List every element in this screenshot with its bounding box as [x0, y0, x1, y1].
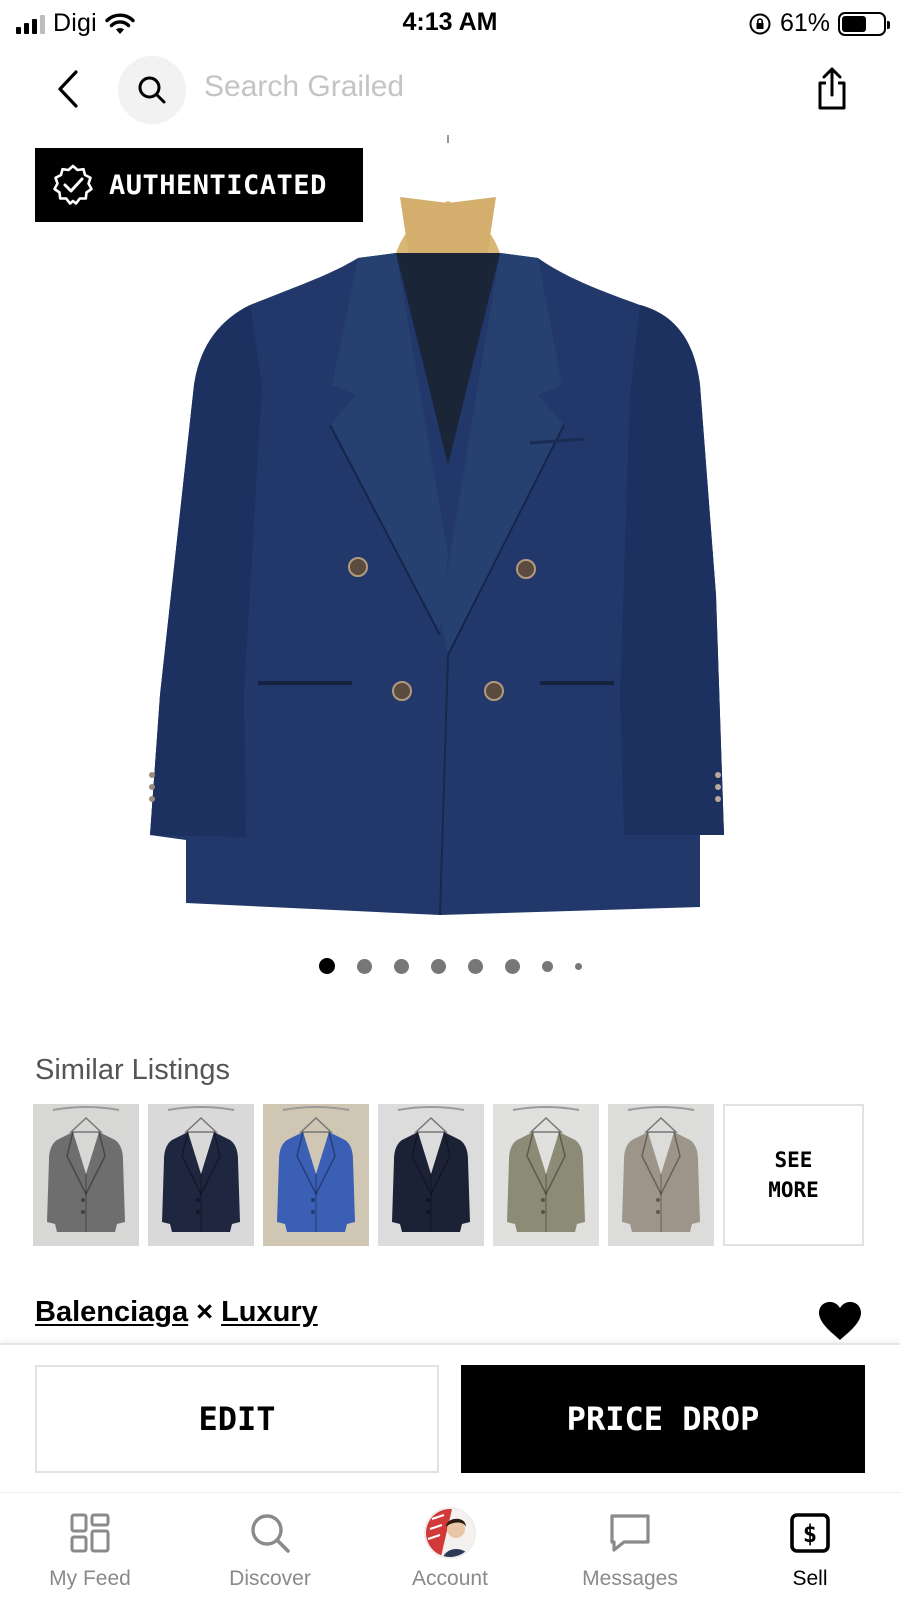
- similar-listing-thumbnail[interactable]: [378, 1104, 484, 1246]
- pagination-dot[interactable]: [541, 960, 553, 972]
- similar-listing-thumbnail[interactable]: [148, 1104, 254, 1246]
- similar-listing-thumbnail[interactable]: [33, 1104, 139, 1246]
- grid-icon: [70, 1513, 110, 1553]
- price-drop-button[interactable]: PRICE DROP: [461, 1365, 865, 1473]
- authenticated-label: AUTHENTICATED: [109, 169, 327, 201]
- pagination-dot[interactable]: [430, 958, 446, 974]
- designer-link-luxury[interactable]: Luxury: [221, 1296, 318, 1329]
- search-input[interactable]: Search Grailed: [204, 70, 404, 104]
- designer-line: Balenciaga × Luxury: [35, 1296, 318, 1329]
- authenticated-badge[interactable]: AUTHENTICATED: [35, 148, 363, 222]
- orientation-lock-icon: [749, 13, 771, 34]
- search-button[interactable]: [118, 56, 186, 124]
- svg-text:$: $: [803, 1520, 817, 1548]
- pagination-dot[interactable]: [318, 958, 335, 974]
- tab-label: Sell: [792, 1567, 828, 1590]
- tab-messages[interactable]: Messages: [540, 1493, 720, 1600]
- similar-listing-thumbnail[interactable]: [263, 1104, 369, 1246]
- search-icon: [138, 76, 166, 104]
- tab-label: Discover: [229, 1567, 311, 1590]
- tab-label: Messages: [582, 1567, 678, 1590]
- dollar-tag-icon: $: [790, 1513, 830, 1553]
- designer-separator: ×: [196, 1296, 214, 1328]
- grey-blazer: [47, 1106, 125, 1232]
- search-icon: [251, 1514, 290, 1553]
- blue-check-blazer: [277, 1106, 355, 1232]
- similar-listings-title: Similar Listings: [35, 1054, 230, 1086]
- similar-listings-row: SEE MORE: [33, 1104, 864, 1246]
- pagination-dot[interactable]: [467, 958, 483, 974]
- battery-percentage: 61%: [779, 9, 830, 37]
- pagination-dot[interactable]: [574, 962, 582, 970]
- tab-sell[interactable]: $ Sell: [720, 1493, 900, 1600]
- tab-my-feed[interactable]: My Feed: [0, 1493, 180, 1600]
- action-bar: EDIT PRICE DROP: [0, 1343, 900, 1492]
- share-icon: [818, 67, 846, 110]
- status-bar: Digi 4:13 AM 61%: [0, 0, 900, 48]
- heart-icon[interactable]: [817, 1300, 863, 1342]
- tab-bar: My Feed Discover Account Messages $ Sell: [0, 1492, 900, 1600]
- nav-bar: Search Grailed: [0, 52, 900, 128]
- tab-discover[interactable]: Discover: [180, 1493, 360, 1600]
- dark-navy-blazer: [392, 1106, 470, 1232]
- see-more-button[interactable]: SEE MORE: [723, 1104, 864, 1246]
- product-image[interactable]: [0, 135, 900, 935]
- chat-icon: [610, 1514, 650, 1552]
- taupe-blazer: [622, 1106, 700, 1232]
- tab-label: My Feed: [49, 1567, 131, 1590]
- navy-blazer: [162, 1106, 240, 1232]
- share-button[interactable]: [812, 66, 852, 112]
- pagination-dot[interactable]: [393, 958, 409, 974]
- tab-label: Account: [412, 1567, 488, 1590]
- battery-icon: [838, 11, 890, 36]
- similar-listing-thumbnail[interactable]: [608, 1104, 714, 1246]
- similar-listing-thumbnail[interactable]: [493, 1104, 599, 1246]
- pagination-dot[interactable]: [504, 958, 520, 974]
- edit-button[interactable]: EDIT: [35, 1365, 439, 1473]
- pagination-dot[interactable]: [356, 958, 372, 974]
- verified-badge-icon: [53, 164, 93, 205]
- avatar: [424, 1507, 476, 1559]
- blazer-photo: [149, 135, 724, 916]
- tab-account[interactable]: Account: [360, 1493, 540, 1600]
- designer-link-balenciaga[interactable]: Balenciaga: [35, 1296, 188, 1329]
- chevron-left-icon: [58, 70, 78, 108]
- olive-blazer: [507, 1106, 585, 1232]
- photo-pagination[interactable]: [0, 958, 900, 974]
- back-button[interactable]: [48, 64, 88, 114]
